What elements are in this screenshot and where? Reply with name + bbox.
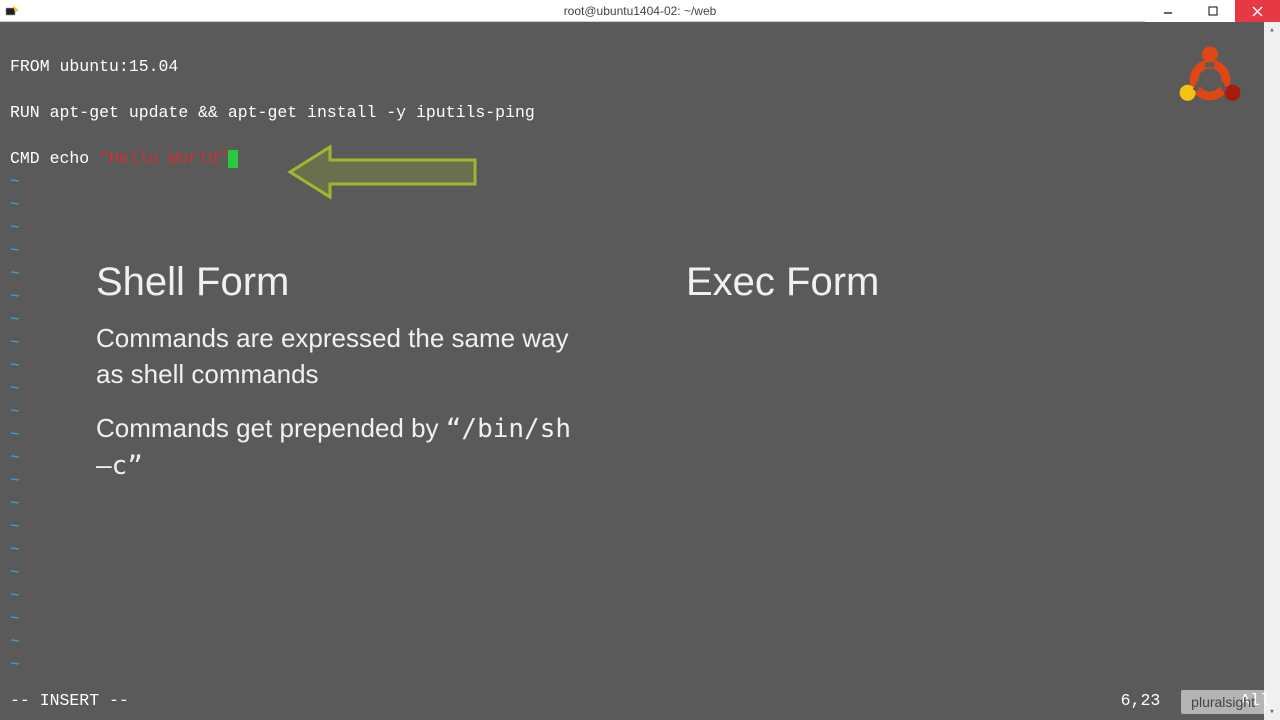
vim-tilde: ~ [10,607,1270,630]
vim-mode: -- INSERT -- [10,689,129,712]
window-titlebar: root@ubuntu1404-02: ~/web [0,0,1280,22]
putty-icon [4,3,20,19]
vim-tilde: ~ [10,561,1270,584]
code-line: RUN apt-get update && apt-get install -y… [10,101,1270,124]
minimize-button[interactable] [1145,0,1190,22]
ubuntu-logo-icon [1170,40,1250,120]
close-button[interactable] [1235,0,1280,22]
code-text: CMD echo [10,149,99,168]
vim-status-bar: -- INSERT -- 6,23 All [10,689,1270,712]
maximize-button[interactable] [1190,0,1235,22]
shell-form-heading: Shell Form [96,260,289,305]
vim-tilde: ~ [10,584,1270,607]
code-line: FROM ubuntu:15.04 [10,55,1270,78]
code-line [10,32,1270,55]
code-line [10,78,1270,101]
window-controls [1145,0,1280,21]
cursor [228,150,238,168]
shell-form-description-2: Commands get prepended by “/bin/sh –c” [96,410,586,485]
code-string: "Hello World" [99,149,228,168]
shell-form-description: Commands are expressed the same way as s… [96,320,586,393]
desc-text: Commands get prepended by [96,413,446,443]
exec-form-heading: Exec Form [686,260,879,305]
vim-tilde: ~ [10,538,1270,561]
arrow-annotation-icon [280,142,480,202]
vim-tilde: ~ [10,653,1270,676]
code-line: CMD echo "Hello World" [10,147,1270,170]
vim-tilde: ~ [10,492,1270,515]
vim-tilde: ~ [10,515,1270,538]
vim-tilde: ~ [10,630,1270,653]
window-title: root@ubuntu1404-02: ~/web [564,4,717,18]
vim-cursor-position: 6,23 [1121,689,1161,712]
vim-tilde: ~ [10,239,1270,262]
vim-tilde: ~ [10,216,1270,239]
vim-tilde: ~ [10,193,1270,216]
watermark: pluralsight [1181,690,1265,714]
vim-tilde: ~ [10,170,1270,193]
code-line [10,124,1270,147]
